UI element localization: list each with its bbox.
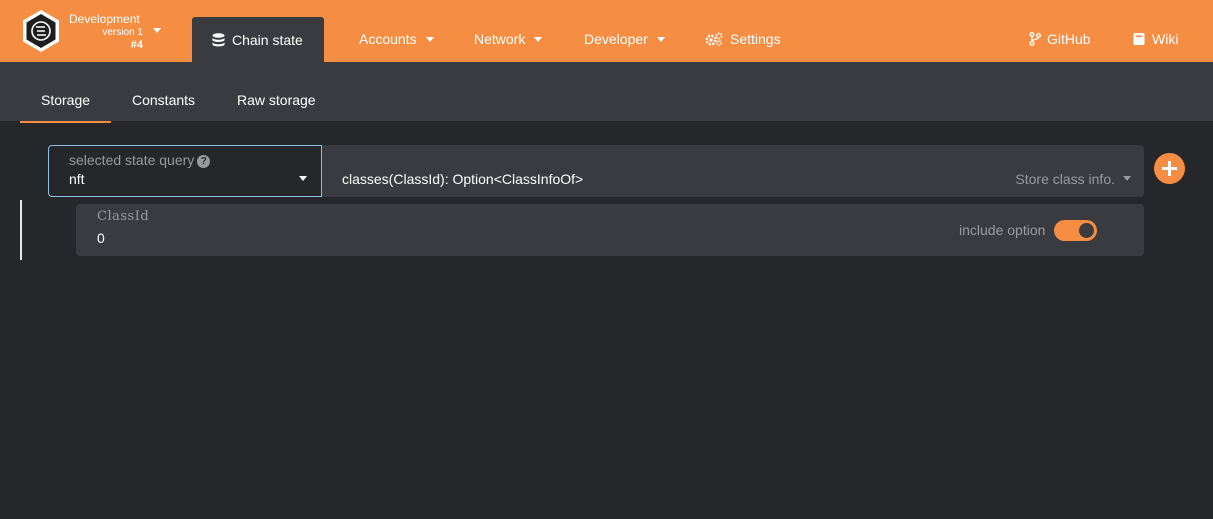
top-navbar: Development version 1 #4 Chain state Acc… (0, 0, 1213, 63)
nav-accounts[interactable]: Accounts (359, 30, 434, 48)
gears-icon (705, 32, 723, 46)
active-tab-indicator (20, 121, 111, 123)
link-wiki[interactable]: Wiki (1133, 30, 1178, 48)
state-query-section-select[interactable]: selected state query? nft (48, 145, 322, 197)
toggle-knob (1079, 223, 1094, 238)
link-github-label: GitHub (1047, 31, 1091, 47)
state-query-label: selected state query? (69, 152, 211, 168)
class-id-label: ClassId (97, 209, 150, 224)
nav-network[interactable]: Network (474, 30, 543, 48)
nav-network-label: Network (474, 31, 526, 47)
nav-settings[interactable]: Settings (705, 30, 781, 48)
tab-storage[interactable]: Storage (41, 92, 90, 108)
chain-selector[interactable]: Development version 1 #4 (69, 12, 164, 54)
state-query-method-select[interactable]: classes(ClassId): Option<ClassInfoOf> St… (322, 145, 1144, 197)
book-icon (1133, 33, 1145, 45)
chevron-down-icon (153, 28, 161, 33)
state-query-section-value: nft (69, 171, 85, 187)
nav-accounts-label: Accounts (359, 31, 417, 47)
chevron-down-icon (299, 176, 307, 181)
nav-developer-label: Developer (584, 31, 648, 47)
chain-name: Development (69, 12, 140, 26)
state-query-method-description: Store class info. (1015, 171, 1115, 187)
tab-raw-storage[interactable]: Raw storage (237, 92, 316, 108)
state-query-method-value: classes(ClassId): Option<ClassInfoOf> (342, 171, 584, 187)
include-option-toggle[interactable] (1054, 220, 1097, 241)
chevron-down-icon (425, 36, 434, 42)
substrate-logo-icon (23, 10, 59, 52)
chain-block-number: #4 (130, 39, 143, 51)
tab-chain-state-label: Chain state (232, 32, 303, 48)
question-circle-icon[interactable]: ? (197, 155, 211, 168)
chevron-down-icon (534, 36, 543, 42)
add-query-button[interactable] (1154, 153, 1185, 184)
sub-tab-bar: Storage Constants Raw storage (0, 62, 1213, 123)
class-id-param: ClassId 0 include option (76, 204, 1144, 256)
link-github[interactable]: GitHub (1029, 30, 1091, 48)
database-icon (212, 33, 225, 47)
link-wiki-label: Wiki (1152, 31, 1179, 47)
nav-settings-label: Settings (730, 31, 781, 47)
chain-version: version 1 (102, 27, 143, 38)
state-query-label-text: selected state query (69, 152, 195, 168)
chevron-down-icon (1123, 176, 1131, 181)
class-id-input[interactable]: 0 (97, 230, 105, 246)
chevron-down-icon (656, 36, 665, 42)
tab-chain-state[interactable]: Chain state (192, 17, 324, 63)
code-branch-icon (1029, 32, 1041, 46)
include-option-label: include option (959, 222, 1046, 238)
tab-constants[interactable]: Constants (132, 92, 195, 108)
nav-developer[interactable]: Developer (584, 30, 665, 48)
param-indicator-bar (20, 200, 22, 260)
